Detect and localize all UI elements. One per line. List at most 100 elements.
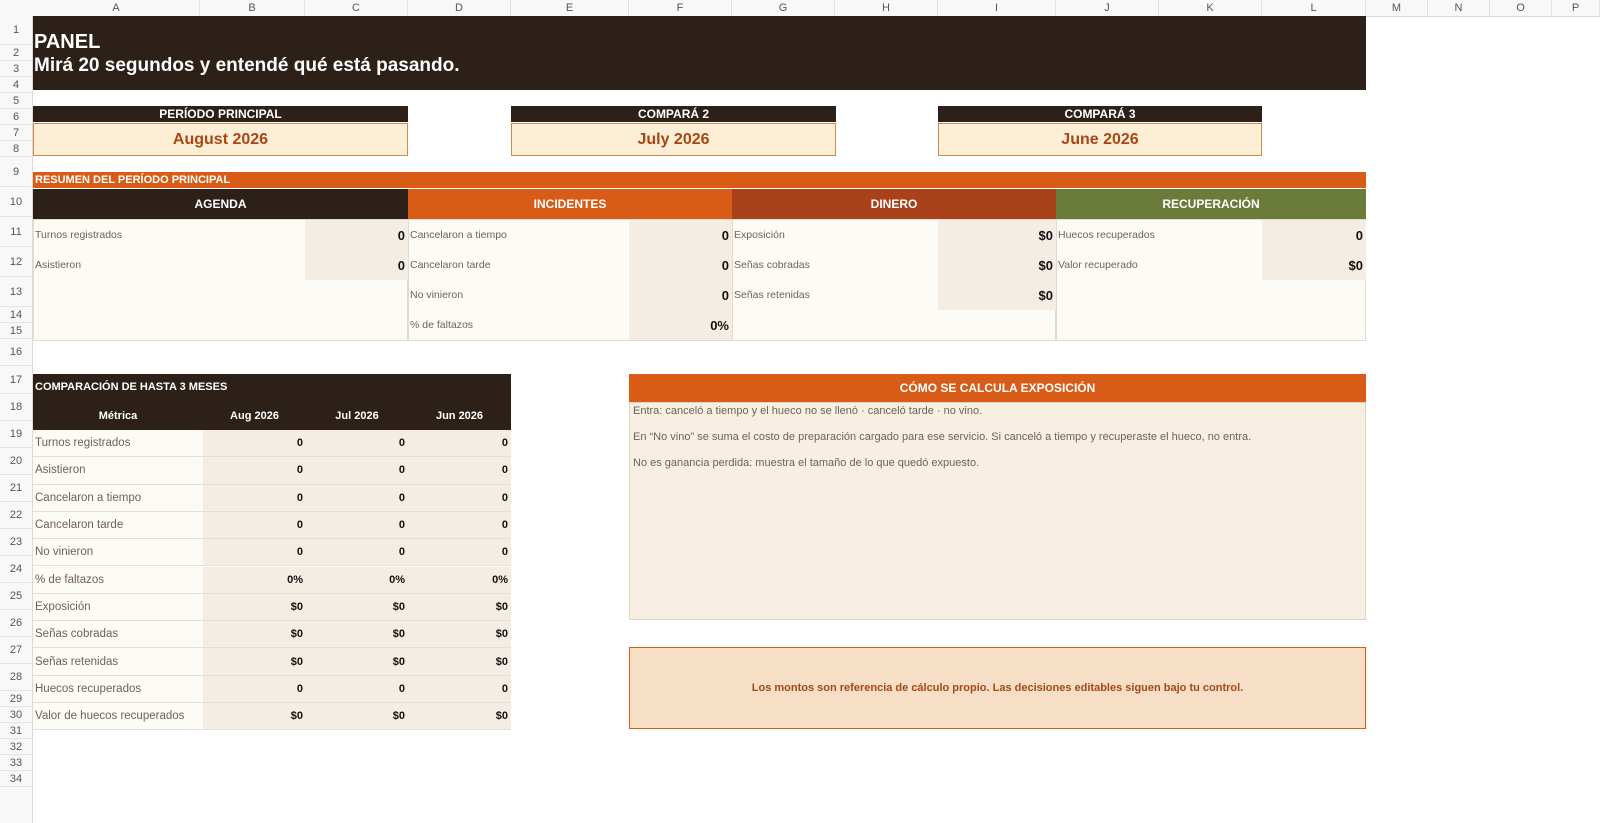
comparison-row-value: 0 [306, 430, 408, 458]
comparison-row-value: 0 [203, 484, 306, 512]
comparison-row-label: No vinieron [33, 539, 203, 567]
column-header-p[interactable]: P [1552, 0, 1600, 16]
row-header-27[interactable]: 27 [0, 637, 32, 664]
compare3-label: COMPARÁ 3 [938, 106, 1262, 122]
comparison-row-value: 0 [306, 511, 408, 540]
row-header-16[interactable]: 16 [0, 339, 32, 366]
compare3-select[interactable]: June 2026 [938, 123, 1262, 156]
recuperacion-value-valor: $0 [1262, 250, 1366, 280]
agenda-value-asistieron: 0 [305, 250, 408, 280]
row-header-28[interactable]: 28 [0, 664, 32, 691]
row-header-3[interactable]: 3 [0, 61, 32, 77]
column-header-o[interactable]: O [1490, 0, 1552, 16]
column-header-e[interactable]: E [511, 0, 629, 16]
column-header-n[interactable]: N [1428, 0, 1490, 16]
column-header-c[interactable]: C [305, 0, 408, 16]
dinero-value-senas-retenidas: $0 [938, 280, 1056, 310]
recuperacion-label-huecos: Huecos recuperados [1058, 229, 1155, 241]
row-header-2[interactable]: 2 [0, 45, 32, 61]
section-agenda-header: AGENDA [33, 189, 408, 219]
row-header-30[interactable]: 30 [0, 707, 32, 723]
column-header-d[interactable]: D [408, 0, 511, 16]
disclaimer-note: Los montos son referencia de cálculo pro… [629, 647, 1366, 729]
column-header-k[interactable]: K [1159, 0, 1262, 16]
column-header-b[interactable]: B [200, 0, 305, 16]
row-header-6[interactable]: 6 [0, 109, 32, 125]
row-header-8[interactable]: 8 [0, 141, 32, 157]
incidentes-value-no-vinieron: 0 [629, 280, 732, 310]
comparison-row-value: 0 [408, 430, 511, 458]
row-header-20[interactable]: 20 [0, 448, 32, 475]
comparison-row-value: 0 [408, 457, 511, 485]
column-header-a[interactable]: A [33, 0, 200, 16]
comparison-row-label: Cancelaron a tiempo [33, 484, 203, 512]
row-header-10[interactable]: 10 [0, 187, 32, 217]
page-title: PANEL [34, 31, 101, 53]
row-header-14[interactable]: 14 [0, 307, 32, 323]
comparison-row-value: 0 [306, 675, 408, 703]
comparison-row-value: 0 [408, 539, 511, 567]
comparison-title-text: COMPARACIÓN DE HASTA 3 MESES [35, 381, 228, 393]
row-header-25[interactable]: 25 [0, 583, 32, 610]
main-period-select[interactable]: August 2026 [33, 123, 408, 156]
row-header-1[interactable]: 1 [0, 16, 32, 45]
comparison-row-label: Valor de huecos recuperados [33, 703, 203, 731]
row-header-13[interactable]: 13 [0, 277, 32, 307]
section-dinero-header: DINERO [732, 189, 1056, 219]
row-header-7[interactable]: 7 [0, 125, 32, 141]
comparison-title: COMPARACIÓN DE HASTA 3 MESES [33, 374, 511, 402]
comparison-row-value: $0 [408, 648, 511, 676]
row-header-22[interactable]: 22 [0, 502, 32, 529]
incidentes-label-a-tiempo: Cancelaron a tiempo [410, 229, 507, 241]
summary-title: RESUMEN DEL PERÍODO PRINCIPAL [33, 172, 1366, 188]
row-header-26[interactable]: 26 [0, 610, 32, 637]
column-header-i[interactable]: I [938, 0, 1056, 16]
comparison-row-value: $0 [306, 621, 408, 649]
column-header-m[interactable]: M [1366, 0, 1428, 16]
column-header-j[interactable]: J [1056, 0, 1159, 16]
comparison-row-value: 0 [306, 539, 408, 567]
column-header-g[interactable]: G [732, 0, 835, 16]
incidentes-value-a-tiempo: 0 [629, 220, 732, 250]
comparison-row-value: 0 [203, 675, 306, 703]
comparison-header-month3: Jun 2026 [408, 402, 511, 430]
comparison-row-value: $0 [203, 648, 306, 676]
comparison-row-value: 0 [203, 457, 306, 485]
row-header-29[interactable]: 29 [0, 691, 32, 707]
comparison-row-value: 0 [203, 539, 306, 567]
comparison-row-value: 0% [408, 566, 511, 594]
comparison-row-value: 0 [203, 511, 306, 540]
info-title: CÓMO SE CALCULA EXPOSICIÓN [629, 374, 1366, 402]
column-header-h[interactable]: H [835, 0, 938, 16]
row-header-4[interactable]: 4 [0, 77, 32, 93]
recuperacion-label-valor: Valor recuperado [1058, 259, 1138, 271]
row-header-31[interactable]: 31 [0, 723, 32, 739]
row-header-19[interactable]: 19 [0, 421, 32, 448]
row-header-12[interactable]: 12 [0, 247, 32, 277]
column-header-f[interactable]: F [629, 0, 732, 16]
comparison-row-value: $0 [203, 593, 306, 622]
compare2-select[interactable]: July 2026 [511, 123, 836, 156]
row-header-15[interactable]: 15 [0, 323, 32, 339]
column-header-bar: ABCDEFGHIJKLMNOP [0, 0, 1600, 17]
section-recuperacion-header: RECUPERACIÓN [1056, 189, 1366, 219]
row-header-23[interactable]: 23 [0, 529, 32, 556]
comparison-row-value: $0 [408, 621, 511, 649]
row-header-24[interactable]: 24 [0, 556, 32, 583]
info-line-2: En “No vino” se suma el costo de prepara… [633, 431, 1252, 443]
row-header-21[interactable]: 21 [0, 475, 32, 502]
row-header-34[interactable]: 34 [0, 771, 32, 787]
row-header-9[interactable]: 9 [0, 157, 32, 187]
row-header-18[interactable]: 18 [0, 394, 32, 421]
comparison-row-value: $0 [203, 703, 306, 731]
row-header-17[interactable]: 17 [0, 366, 32, 394]
dinero-label-exposicion: Exposición [734, 229, 785, 241]
comparison-row-value: 0% [203, 566, 306, 594]
row-header-32[interactable]: 32 [0, 739, 32, 755]
comparison-row-value: 0 [203, 430, 306, 458]
row-header-33[interactable]: 33 [0, 755, 32, 771]
comparison-row-label: Exposición [33, 593, 203, 622]
column-header-l[interactable]: L [1262, 0, 1366, 16]
row-header-5[interactable]: 5 [0, 93, 32, 109]
row-header-11[interactable]: 11 [0, 217, 32, 247]
